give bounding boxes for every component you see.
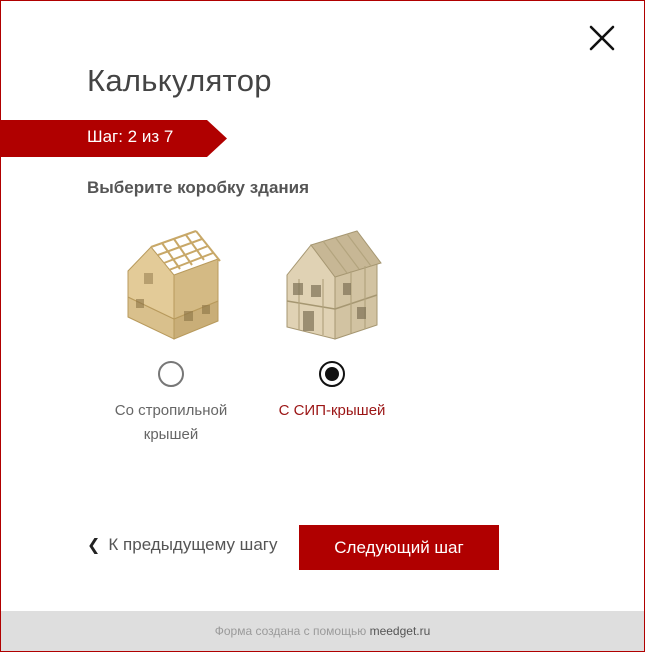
footer: Форма создана с помощью meedget.ru	[1, 611, 644, 651]
step-counter: Шаг: 2 из 7	[87, 127, 174, 146]
option-sip-roof-radio[interactable]	[319, 361, 345, 387]
option-rafter-roof-radio[interactable]	[158, 361, 184, 387]
footer-text: Форма создана с помощью	[214, 624, 367, 638]
option-rafter-roof-label: Со стропильной крышей	[114, 402, 228, 443]
footer-brand-link[interactable]: meedget.ru	[370, 624, 431, 638]
calculator-modal: Калькулятор Шаг: 2 из 7 Выберите коробку…	[0, 0, 645, 652]
option-rafter-roof[interactable]: Со стропильной крышей	[86, 227, 256, 447]
previous-step-link[interactable]: ❮ К предыдущему шагу	[87, 535, 277, 555]
close-icon	[589, 25, 615, 51]
option-sip-roof[interactable]: С СИП-крышей	[247, 227, 417, 423]
house-rafter-roof-image	[127, 230, 221, 340]
house-sip-roof-image	[286, 230, 382, 340]
previous-step-label: К предыдущему шагу	[108, 535, 278, 554]
step-indicator: Шаг: 2 из 7	[1, 120, 227, 157]
page-title: Калькулятор	[87, 63, 272, 98]
close-button[interactable]	[587, 23, 617, 53]
next-step-button[interactable]: Следующий шаг	[299, 525, 499, 570]
question-title: Выберите коробку здания	[87, 178, 310, 197]
option-sip-roof-label: С СИП-крышей	[278, 402, 386, 419]
chevron-left-icon: ❮	[87, 537, 101, 554]
